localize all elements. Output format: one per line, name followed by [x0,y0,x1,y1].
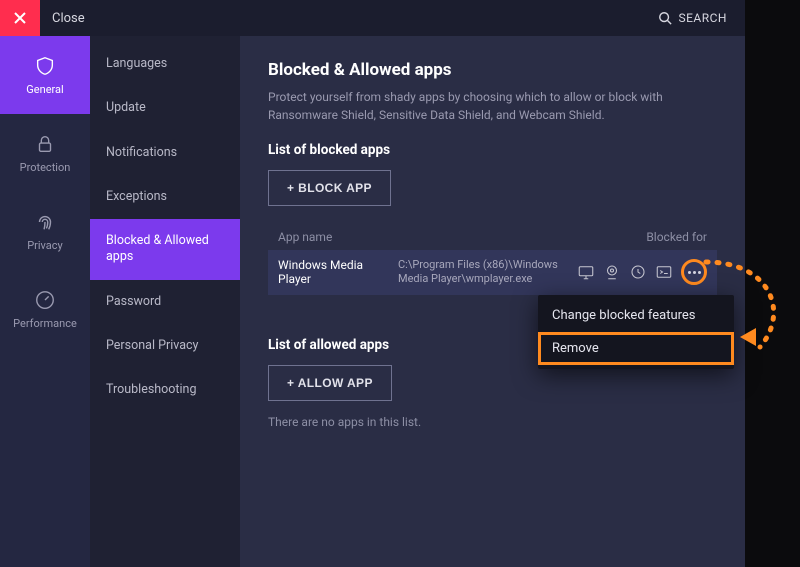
context-menu: Change blocked features Remove [538,295,734,369]
row-app-name: Windows Media Player [278,258,398,286]
submenu-item-password[interactable]: Password [90,280,240,324]
search-icon [658,11,672,25]
more-icon [688,271,701,274]
app-window: Close SEARCH General Protection Privacy [0,0,745,567]
col-header-appname: App name [278,230,398,244]
block-app-button[interactable]: + BLOCK APP [268,170,391,206]
page-title: Blocked & Allowed apps [268,60,717,80]
allowed-empty-message: There are no apps in this list. [268,415,717,429]
close-button[interactable] [0,0,40,36]
rail-item-privacy[interactable]: Privacy [0,192,90,270]
rail-item-general[interactable]: General [0,36,90,114]
settings-submenu: Languages Update Notifications Exception… [90,36,240,567]
search-label: SEARCH [678,11,727,25]
col-header-blockedfor: Blocked for [577,230,707,244]
rail-label: Privacy [27,239,63,252]
terminal-icon [655,263,673,281]
rail-label: Protection [20,161,71,174]
submenu-item-update[interactable]: Update [90,86,240,130]
context-item-remove[interactable]: Remove [538,332,734,365]
rail-item-protection[interactable]: Protection [0,114,90,192]
close-icon [14,12,26,24]
close-label[interactable]: Close [52,11,85,26]
lock-icon [34,133,56,155]
submenu-item-personal-privacy[interactable]: Personal Privacy [90,324,240,368]
webcam-icon [603,263,621,281]
table-row: Windows Media Player C:\Program Files (x… [268,250,717,295]
more-options-button[interactable] [681,259,707,285]
submenu-item-exceptions[interactable]: Exceptions [90,175,240,219]
blocked-heading: List of blocked apps [268,142,717,158]
monitor-icon [577,263,595,281]
rail-label: Performance [13,317,77,330]
page-description: Protect yourself from shady apps by choo… [268,88,698,124]
data-shield-icon [629,263,647,281]
titlebar: Close SEARCH [0,0,745,36]
table-header: App name Blocked for [268,224,717,250]
submenu-item-notifications[interactable]: Notifications [90,131,240,175]
submenu-item-blocked-allowed-apps[interactable]: Blocked & Allowed apps [90,219,240,280]
search-button[interactable]: SEARCH [658,11,727,25]
gauge-icon [34,289,56,311]
submenu-item-troubleshooting[interactable]: Troubleshooting [90,368,240,412]
fingerprint-icon [34,211,56,233]
row-app-path: C:\Program Files (x86)\Windows Media Pla… [398,258,577,287]
allow-app-button[interactable]: + ALLOW APP [268,365,392,401]
shield-icon [34,55,56,77]
row-icons [577,259,707,285]
context-item-change-features[interactable]: Change blocked features [538,299,734,332]
sidebar-rail: General Protection Privacy Performance [0,36,90,567]
submenu-item-languages[interactable]: Languages [90,42,240,86]
rail-item-performance[interactable]: Performance [0,270,90,348]
rail-label: General [26,83,63,96]
